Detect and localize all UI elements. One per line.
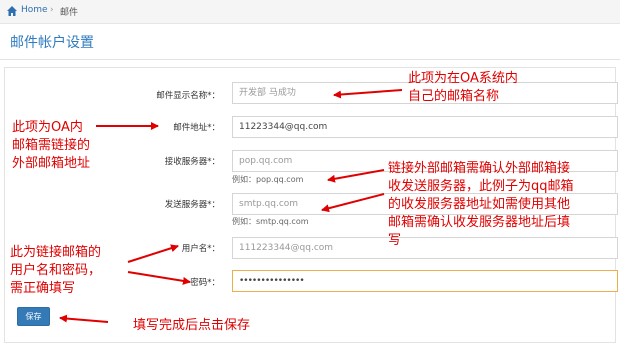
arrow-to-password [127, 271, 191, 285]
arrow-to-incoming [327, 169, 385, 183]
arrow-to-outgoing [321, 193, 385, 213]
arrow-to-username [127, 244, 179, 263]
arrow-to-save [59, 314, 109, 323]
arrow-to-display-name [333, 89, 403, 99]
annotation-arrows [59, 89, 403, 323]
